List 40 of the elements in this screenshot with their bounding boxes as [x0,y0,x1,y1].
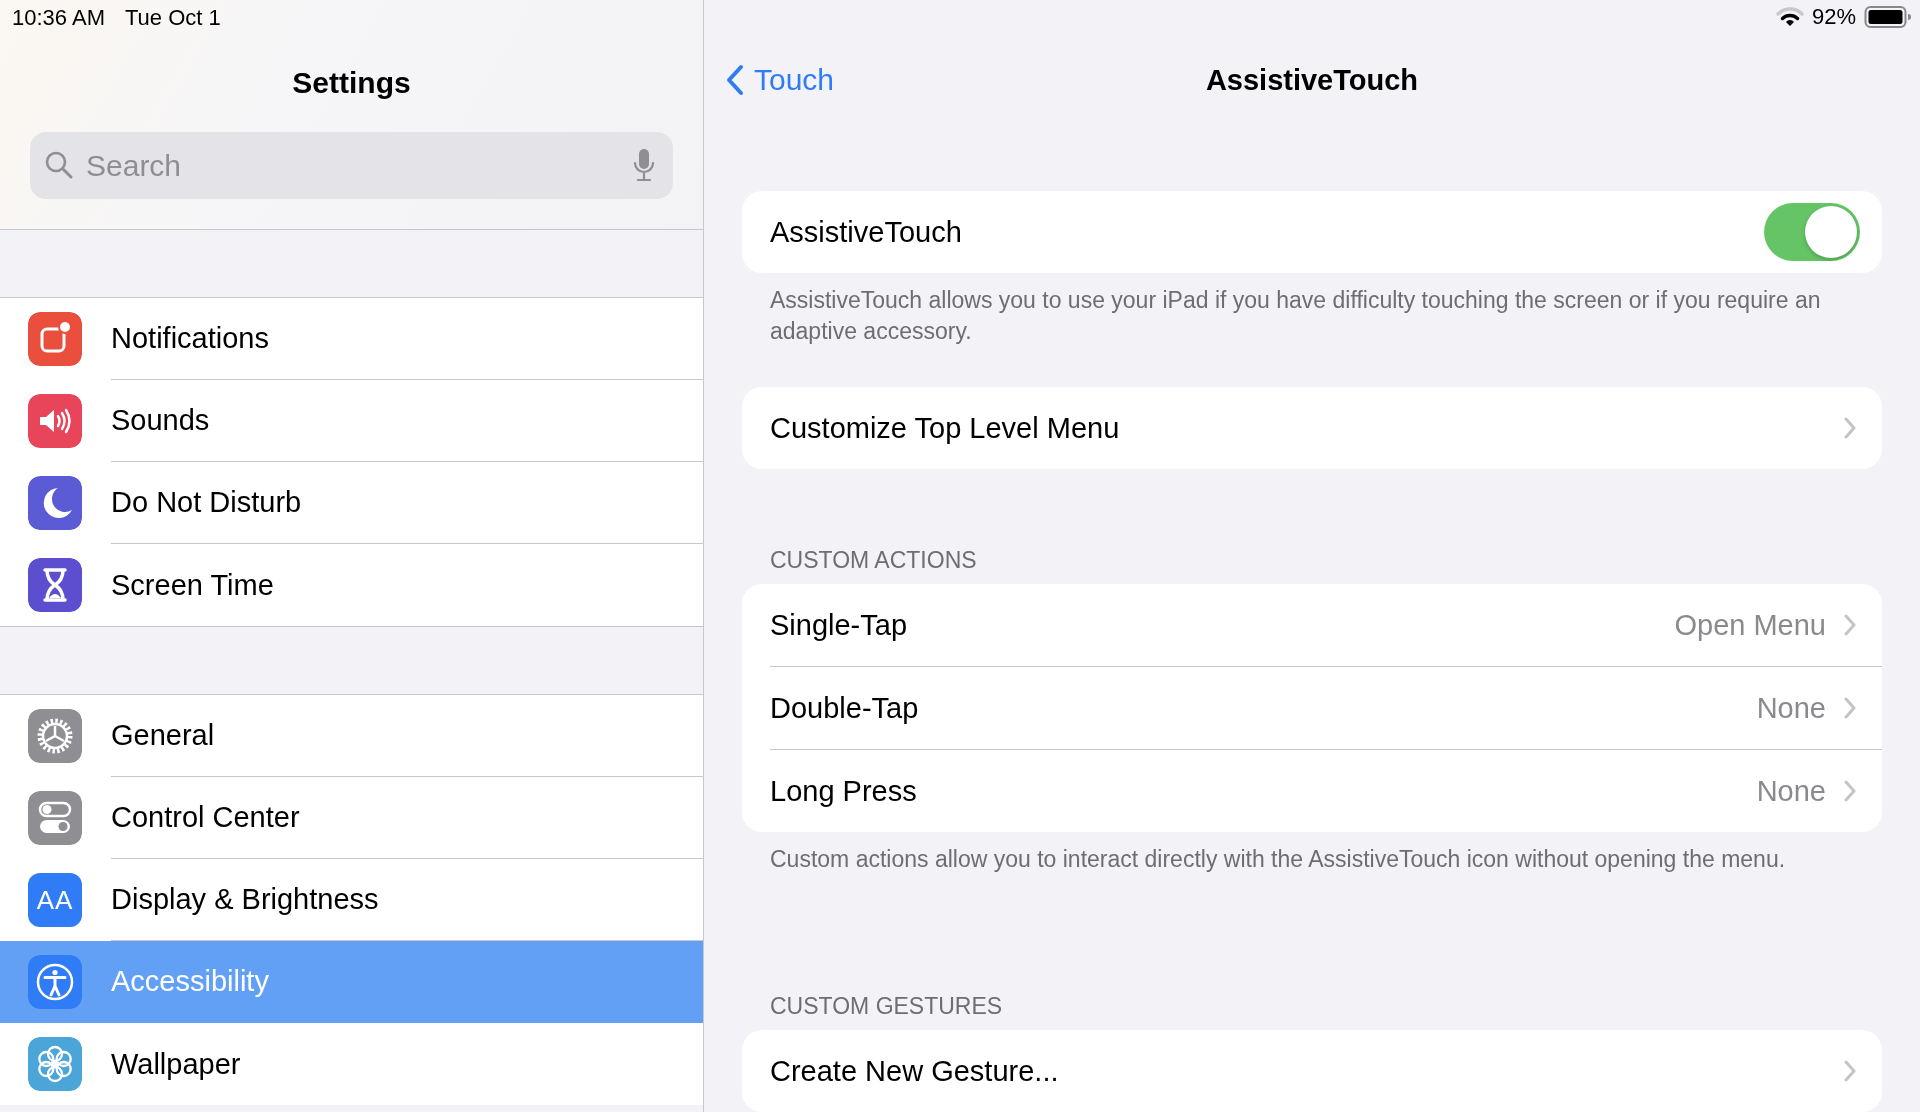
sidebar-item[interactable]: Control Center [0,777,703,859]
chevron-icon [1844,417,1856,439]
section-header: CUSTOM GESTURES [769,992,1004,1021]
search-icon [44,150,74,180]
section-footer: AssistiveTouch allows you to use your iPad if you have difficulty touching the screen or if you require an adaptive accessory. [742,273,1882,347]
list-cell[interactable]: Customize Top Level Menu [742,387,1882,469]
chevron-icon [1844,780,1856,802]
cell-value: None [1756,691,1826,725]
toggle-cell: AssistiveTouch [742,191,1882,273]
microphone-icon[interactable] [633,148,655,182]
sidebar-item[interactable]: Do Not Disturb [0,462,703,544]
list-cell[interactable]: Long Press None [742,750,1882,832]
cell-value: None [1756,774,1826,808]
section-footer: Custom actions allow you to interact directly with the AssistiveTouch icon without opening the menu. [742,832,1882,875]
toggle-switch[interactable] [1764,203,1860,261]
section-header: CUSTOM ACTIONS [769,546,978,575]
status-date: Tue Oct 1 [124,5,221,31]
battery-percent: 92% [1811,4,1856,31]
status-time: 10:36 AM [12,5,105,31]
sidebar-item[interactable]: Screen Time [0,544,703,626]
chevron-icon [1844,1060,1856,1082]
search-field[interactable]: Search [30,132,673,199]
list-cell[interactable]: Double-Tap None [742,667,1882,749]
chevron-icon [1844,697,1856,719]
chevron-icon [1844,614,1856,636]
sidebar-item[interactable]: General [0,695,703,777]
sidebar-item[interactable]: Wallpaper [0,1023,703,1105]
page-title: AssistiveTouch [1205,63,1419,97]
cell-value: Open Menu [1674,608,1826,642]
sidebar-title: Settings [291,66,412,101]
back-chevron-icon [726,64,744,97]
letters-icon: AA [28,873,82,927]
sidebar-item[interactable]: Sounds [0,380,703,462]
list-cell[interactable]: Create New Gesture... [742,1030,1882,1112]
sidebar-item[interactable]: Notifications [0,298,703,380]
sidebar-item[interactable]: AA Display & Brightness [0,859,703,941]
back-link[interactable]: Touch [726,63,835,98]
list-cell[interactable]: Single-Tap Open Menu [742,584,1882,666]
wifi-icon [1775,6,1804,29]
battery-icon [1864,5,1912,30]
